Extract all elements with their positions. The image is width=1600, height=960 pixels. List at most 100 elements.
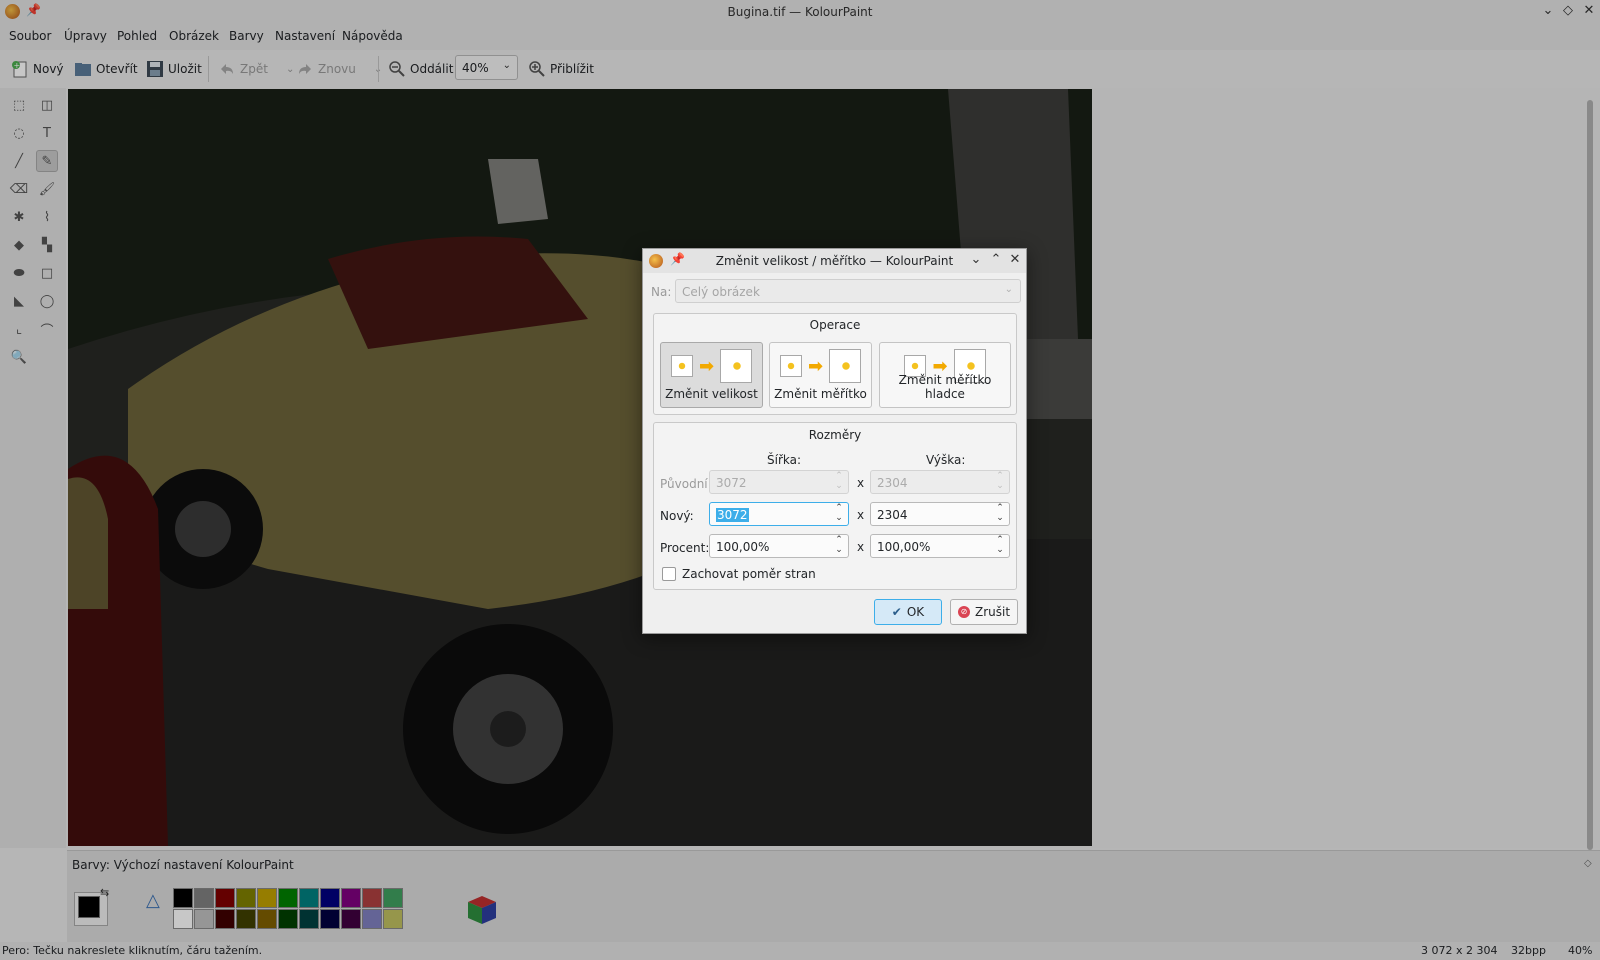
text-tool-icon[interactable]: T [36,122,58,144]
menu-obrazek[interactable]: Obrázek [169,29,219,43]
menu-napoveda[interactable]: Nápověda [342,29,403,43]
target-combo[interactable]: Celý obrázek ⌄ [675,279,1021,303]
palette-color-swatch[interactable] [383,909,403,929]
spin-arrows-icon: ⌃ ⌄ [996,471,1004,491]
palette-color-swatch[interactable] [215,909,235,929]
undo-dropdown-chevron-icon[interactable]: ⌄ [286,64,294,75]
percent-height-field[interactable]: 100,00% ⌃ ⌄ [870,534,1010,558]
swap-colors-icon[interactable]: ⇆ [100,886,109,899]
chevron-down-icon: ⌄ [1004,284,1013,295]
menu-nastaveni[interactable]: Nastavení [275,29,335,43]
palette-color-swatch[interactable] [320,888,340,908]
ok-button-label: OK [906,605,925,619]
palette-color-swatch[interactable] [194,909,214,929]
palette-color-swatch[interactable] [320,909,340,929]
palette-color-swatch[interactable] [299,888,319,908]
palette-color-swatch[interactable] [341,909,361,929]
save-button-label: Uložit [168,62,202,76]
palette-color-swatch[interactable] [257,909,277,929]
arrow-right-icon: ➡ [698,355,715,377]
pen-tool-icon[interactable]: ✎ [36,150,58,172]
line-tool-icon[interactable]: ╱ [8,150,30,172]
color-picker-icon[interactable]: ⌇ [36,206,58,228]
ellipse-tool-icon[interactable]: ⬬ [8,262,30,284]
scale-operation-button[interactable]: ➡ Změnit měřítko [769,342,872,408]
free-form-selection-icon[interactable]: ⬚ [8,94,30,116]
keep-aspect-label[interactable]: Zachovat poměr stran [682,567,816,581]
brush-tool-icon[interactable]: 🖌 [36,178,58,200]
ellipse-outline-icon[interactable]: ◯ [36,290,58,312]
color-cube-icon[interactable] [464,892,498,929]
smooth-scale-operation-button[interactable]: ➡ Změnit měřítko hladce [879,342,1011,408]
transparent-color-pyramid-icon[interactable]: △ [146,890,160,911]
color-eraser-icon[interactable]: ✱ [8,206,30,228]
window-title: Bugina.tif — KolourPaint [727,5,873,19]
curve-tool-icon[interactable]: ⌒ [36,318,58,340]
zoom-level-combo[interactable]: 40% ⌄ [455,55,518,80]
percent-width-field[interactable]: 100,00% ⌃ ⌄ [709,534,849,558]
redo-button[interactable]: Znovu ⌄ [296,56,382,82]
spin-arrows-icon[interactable]: ⌃ ⌄ [995,503,1005,523]
spin-arrows-icon[interactable]: ⌃ ⌄ [834,503,844,523]
minimize-chevron-icon[interactable]: ⌄ [968,252,984,267]
palette-color-swatch[interactable] [278,888,298,908]
panel-float-diamond-icon[interactable]: ◇ [1584,858,1592,869]
palette-color-swatch[interactable] [173,888,193,908]
open-button[interactable]: Otevřít [74,56,138,82]
eraser-tool-icon[interactable]: ⌫ [8,178,30,200]
close-icon[interactable]: ✕ [1007,252,1023,267]
palette-color-swatch[interactable] [236,888,256,908]
chevron-down-icon: ⌄ [502,60,511,71]
palette-color-swatch[interactable] [236,909,256,929]
menu-pohled[interactable]: Pohled [117,29,157,43]
palette-color-swatch[interactable] [341,888,361,908]
zoom-out-button[interactable]: Oddálit [388,56,453,82]
palette-color-swatch[interactable] [383,888,403,908]
resize-operation-label: Změnit velikost [665,387,758,401]
minimize-chevron-icon[interactable]: ⌄ [1540,3,1556,18]
menubar: Soubor Úpravy Pohled Obrázek Barvy Nasta… [0,24,1600,50]
palette-color-swatch[interactable] [362,909,382,929]
keep-aspect-checkbox[interactable] [662,567,676,581]
close-icon[interactable]: ✕ [1581,3,1597,18]
cancel-button[interactable]: ⊘ Zrušit [950,599,1018,625]
new-button[interactable]: + Nový [11,56,64,82]
menu-barvy[interactable]: Barvy [229,29,264,43]
maximize-diamond-icon[interactable]: ◇ [1560,3,1576,18]
foreground-color-swatch[interactable] [78,896,100,918]
spin-arrows-icon[interactable]: ⌃ ⌄ [834,535,844,555]
save-button[interactable]: Uložit [146,56,202,82]
elliptical-selection-icon[interactable]: ◌ [8,122,30,144]
spraycan-icon[interactable]: ▚ [36,234,58,256]
menu-soubor[interactable]: Soubor [9,29,51,43]
new-height-field[interactable]: 2304 ⌃ ⌄ [870,502,1010,526]
original-width-value: 3072 [716,476,747,490]
palette-color-swatch[interactable] [299,909,319,929]
window-titlebar: 📌 Bugina.tif — KolourPaint ⌄ ◇ ✕ [0,0,1600,24]
scale-operation-label: Změnit měřítko [774,387,867,401]
palette-color-swatch[interactable] [173,909,193,929]
image-icon [720,349,753,383]
menu-upravy[interactable]: Úpravy [64,29,107,43]
polygon-tool-icon[interactable]: ◣ [8,290,30,312]
new-width-field[interactable]: 3072 ⌃ ⌄ [709,502,849,526]
spin-arrows-icon[interactable]: ⌃ ⌄ [995,535,1005,555]
palette-color-swatch[interactable] [194,888,214,908]
height-column-header: Výška: [926,453,966,467]
rectangle-tool-icon[interactable]: □ [36,262,58,284]
palette-color-swatch[interactable] [257,888,277,908]
undo-button[interactable]: Zpět ⌄ [218,56,294,82]
palette-color-swatch[interactable] [362,888,382,908]
vertical-scrollbar[interactable] [1587,100,1593,850]
zoom-tool-icon[interactable]: 🔍 [8,346,30,368]
zoom-in-button[interactable]: Přiblížit [528,56,594,82]
rectangular-selection-icon[interactable]: ◫ [36,94,58,116]
resize-operation-button[interactable]: ➡ Změnit velikost [660,342,763,408]
palette-color-swatch[interactable] [215,888,235,908]
palette-color-swatch[interactable] [278,909,298,929]
maximize-chevron-up-icon[interactable]: ⌃ [988,252,1004,267]
polyline-tool-icon[interactable]: ⌞ [8,318,30,340]
ok-button[interactable]: ✔ OK [874,599,942,625]
open-folder-icon [74,60,92,78]
flood-fill-icon[interactable]: ◆ [8,234,30,256]
